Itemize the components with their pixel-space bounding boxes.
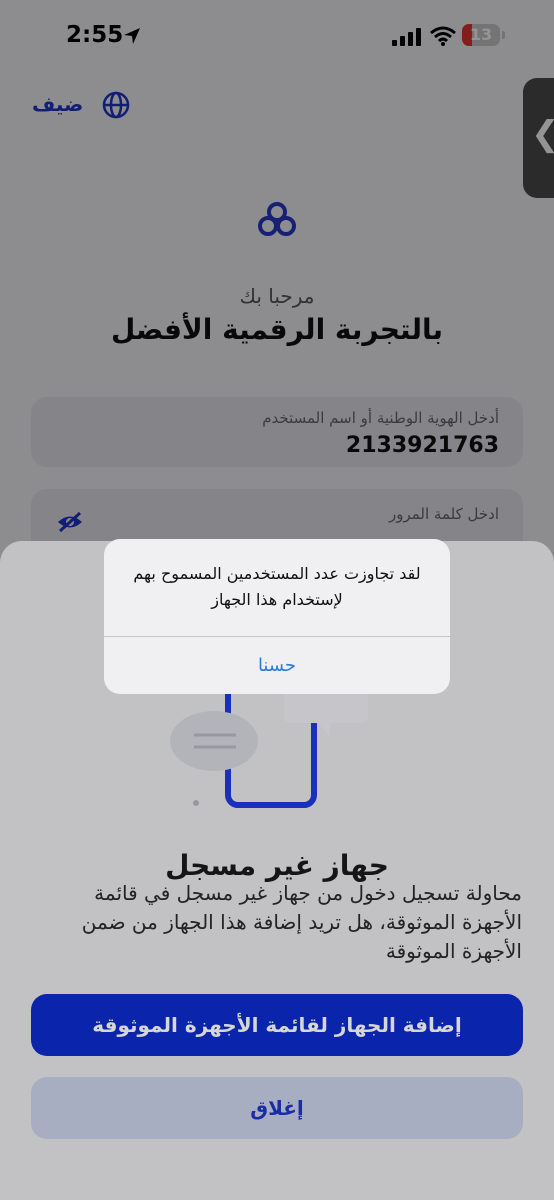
alert-ok-button[interactable]: حسنا — [104, 637, 450, 694]
alert-dialog: لقد تجاوزت عدد المستخدمين المسموح بهم لإ… — [104, 539, 450, 694]
alert-message: لقد تجاوزت عدد المستخدمين المسموح بهم لإ… — [133, 564, 421, 609]
